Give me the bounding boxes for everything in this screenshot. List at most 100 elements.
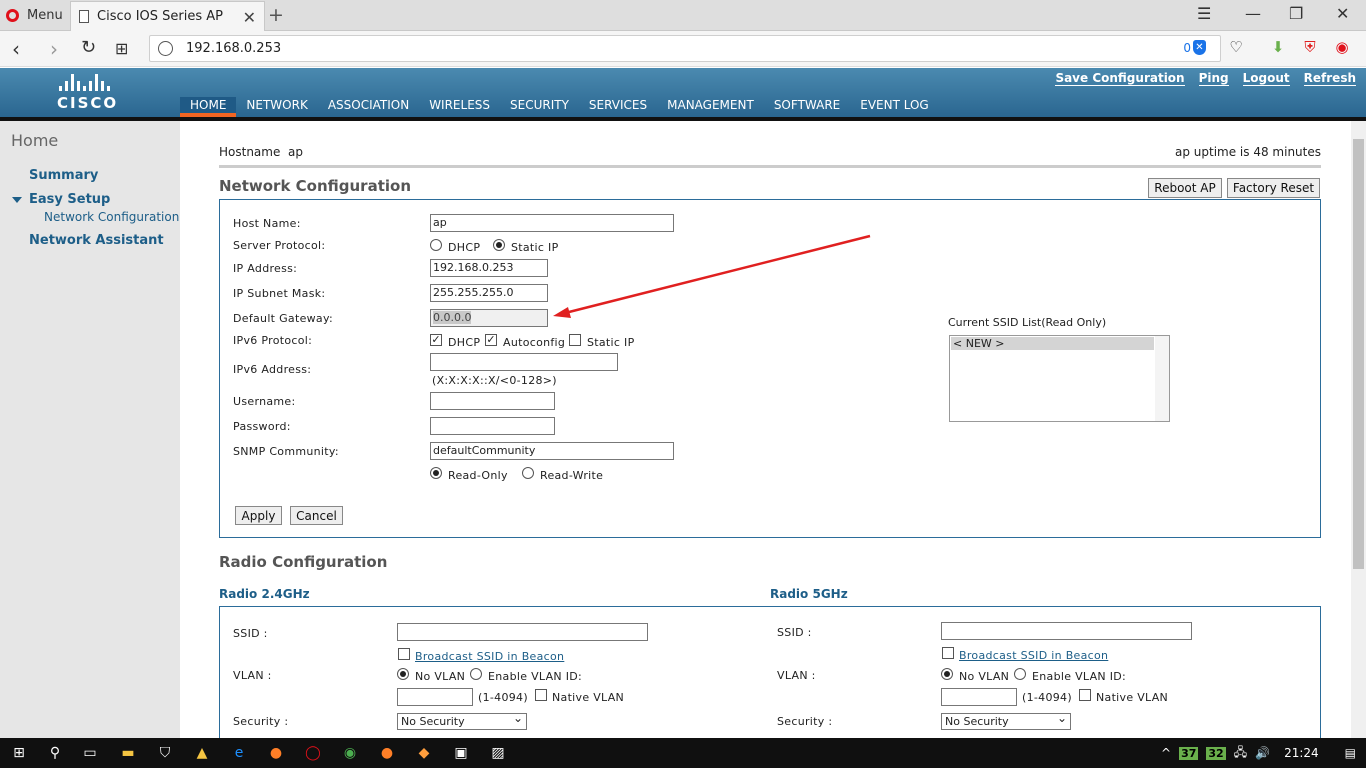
address-bar-row: ‹ › ↻ ⊞ 192.168.0.253 0 ✕ ♡ ⬇ ⛨ ◉ — [0, 31, 1366, 67]
url-field[interactable]: 192.168.0.253 0 ✕ — [149, 35, 1221, 62]
page-scrollbar[interactable] — [1351, 121, 1366, 738]
search-icon[interactable]: ⚲ — [46, 744, 64, 762]
close-tab-icon[interactable]: ✕ — [243, 8, 256, 27]
refresh-link[interactable]: Refresh — [1303, 71, 1356, 86]
expand-arrow-icon[interactable] — [12, 197, 22, 203]
restore-icon[interactable]: ❐ — [1289, 4, 1303, 23]
radio24-enable-vlan-radio[interactable] — [470, 668, 482, 680]
uptime-status: ap uptime is 48 minutes — [1175, 145, 1321, 159]
nav-network[interactable]: NETWORK — [236, 97, 317, 117]
windows-taskbar: ⊞ ⚲ ▭ ▬ ⛉ ▲ e ● ◯ ◉ ● ◆ ▣ ▨ ^ 37 32 🖧 🔊 … — [0, 738, 1366, 768]
radio5-enable-vlan-radio[interactable] — [1014, 668, 1026, 680]
radio24-ssid-label: SSID : — [233, 627, 268, 640]
opera-extension-icon[interactable]: ◉ — [1333, 38, 1351, 56]
radio5-vlan-id-input[interactable] — [941, 688, 1017, 706]
radio24-vlan-id-input[interactable] — [397, 688, 473, 706]
radio24-broadcast-checkbox[interactable] — [398, 648, 410, 660]
sidebar-item-network-configuration[interactable]: Network Configuration — [44, 210, 179, 224]
download-extension-icon[interactable]: ⬇ — [1269, 38, 1287, 56]
app-icon[interactable]: ◆ — [415, 744, 433, 762]
logout-link[interactable]: Logout — [1242, 71, 1290, 86]
nav-services[interactable]: SERVICES — [579, 97, 657, 117]
radio24-enable-vlan-label: Enable VLAN ID: — [488, 670, 583, 683]
scrollbar-thumb[interactable] — [1353, 139, 1364, 569]
factory-reset-button[interactable]: Factory Reset — [1227, 178, 1320, 198]
new-tab-button[interactable]: + — [268, 4, 284, 26]
network-configuration-title: Network Configuration — [219, 177, 411, 195]
firefox-alt-icon[interactable]: ● — [378, 744, 396, 762]
radio5-broadcast-checkbox[interactable] — [942, 647, 954, 659]
opera-menu-button[interactable]: Menu — [6, 0, 63, 31]
command-prompt-icon[interactable]: ▣ — [452, 744, 470, 762]
browser-tab[interactable]: Cisco IOS Series AP ✕ — [70, 1, 265, 31]
tray-badge-2[interactable]: 32 — [1206, 746, 1226, 760]
ping-link[interactable]: Ping — [1198, 71, 1229, 86]
close-window-icon[interactable]: ✕ — [1336, 4, 1349, 23]
top-links: Save Configuration Ping Logout Refresh — [1055, 71, 1356, 86]
shield-extension-icon[interactable]: ⛨ — [1301, 38, 1319, 56]
opera-logo-icon — [6, 9, 19, 22]
apply-button[interactable]: Apply — [235, 506, 282, 525]
radio5-security-select[interactable]: No Security — [941, 711, 1071, 730]
tab-menu-icon[interactable]: ☰ — [1197, 4, 1211, 23]
task-view-icon[interactable]: ▭ — [81, 744, 99, 762]
password-input[interactable] — [430, 417, 555, 435]
store-icon[interactable]: ⛉ — [156, 744, 174, 762]
nav-wireless[interactable]: WIRELESS — [419, 97, 500, 117]
section-separator — [219, 165, 1321, 168]
tray-expand-icon[interactable]: ^ — [1161, 746, 1171, 760]
app-triangle-icon[interactable]: ▲ — [193, 744, 211, 762]
sidebar: Home Summary Easy Setup Network Configur… — [0, 121, 180, 738]
radio24-native-vlan-label: Native VLAN — [552, 691, 625, 704]
globe-icon — [158, 41, 173, 56]
snmp-read-only-radio[interactable] — [430, 467, 442, 479]
radio5-native-vlan-checkbox[interactable] — [1079, 689, 1091, 701]
nav-management[interactable]: MANAGEMENT — [657, 97, 764, 117]
snmp-community-input[interactable]: defaultCommunity — [430, 442, 674, 460]
snmp-read-write-radio[interactable] — [522, 467, 534, 479]
nav-home[interactable]: HOME — [180, 97, 237, 117]
page-icon — [79, 10, 89, 23]
photos-icon[interactable]: ▨ — [489, 744, 507, 762]
nav-event-log[interactable]: EVENT LOG — [850, 97, 939, 117]
forward-icon[interactable]: › — [50, 37, 58, 61]
back-icon[interactable]: ‹ — [12, 37, 20, 61]
speed-dial-icon[interactable]: ⊞ — [115, 39, 128, 58]
clock[interactable]: 21:24 — [1284, 746, 1319, 760]
radio5-ssid-input[interactable] — [941, 622, 1192, 640]
file-explorer-icon[interactable]: ▬ — [119, 744, 137, 762]
sidebar-item-easy-setup[interactable]: Easy Setup — [29, 192, 110, 207]
windows-start-icon[interactable]: ⊞ — [10, 744, 28, 762]
network-icon[interactable]: 🖧 — [1234, 743, 1247, 764]
firefox-icon[interactable]: ● — [267, 744, 285, 762]
minimize-icon[interactable]: — — [1245, 4, 1261, 23]
adblock-indicator[interactable]: 0 ✕ — [1183, 40, 1206, 55]
cancel-button[interactable]: Cancel — [290, 506, 343, 525]
reboot-ap-button[interactable]: Reboot AP — [1148, 178, 1222, 198]
bookmark-heart-icon[interactable]: ♡ — [1227, 38, 1245, 56]
radio5-security-label: Security : — [777, 715, 833, 728]
tray-badge-1[interactable]: 37 — [1179, 746, 1199, 760]
radio24-broadcast-link[interactable]: Broadcast SSID in Beacon — [415, 650, 564, 663]
radio5-no-vlan-label: No VLAN — [959, 670, 1010, 683]
annotation-arrow — [553, 234, 871, 318]
sidebar-item-network-assistant[interactable]: Network Assistant — [29, 233, 164, 248]
reload-icon[interactable]: ↻ — [81, 37, 96, 58]
save-configuration-link[interactable]: Save Configuration — [1055, 71, 1185, 86]
chrome-icon[interactable]: ◉ — [341, 744, 359, 762]
adblock-shield-icon: ✕ — [1193, 40, 1206, 55]
radio24-ssid-input[interactable] — [397, 623, 648, 641]
nav-association[interactable]: ASSOCIATION — [318, 97, 419, 117]
edge-browser-icon[interactable]: e — [230, 744, 248, 762]
radio24-no-vlan-radio[interactable] — [397, 668, 409, 680]
radio24-native-vlan-checkbox[interactable] — [535, 689, 547, 701]
radio5-broadcast-link[interactable]: Broadcast SSID in Beacon — [959, 649, 1108, 662]
nav-security[interactable]: SECURITY — [500, 97, 579, 117]
notifications-icon[interactable]: ▤ — [1345, 746, 1356, 760]
radio5-no-vlan-radio[interactable] — [941, 668, 953, 680]
radio24-security-select[interactable]: No Security — [397, 711, 527, 730]
sidebar-item-summary[interactable]: Summary — [29, 168, 98, 183]
opera-taskbar-icon[interactable]: ◯ — [304, 744, 322, 762]
volume-icon[interactable]: 🔊 — [1255, 746, 1270, 760]
nav-software[interactable]: SOFTWARE — [764, 97, 850, 117]
